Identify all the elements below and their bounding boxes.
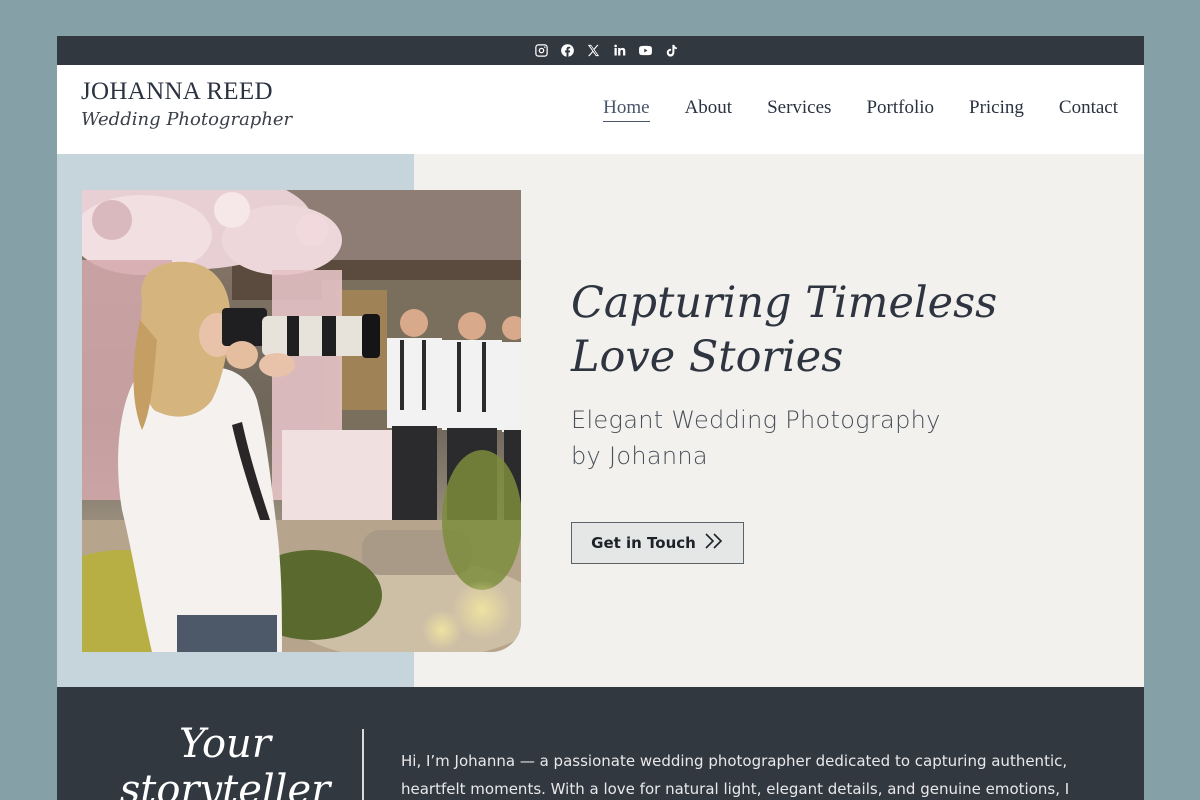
nav-item-about[interactable]: About xyxy=(685,97,733,122)
about-heading-line2: storyteller xyxy=(119,767,331,800)
page-frame: JOHANNA REED Wedding Photographer Home A… xyxy=(57,36,1144,800)
about-heading-line1: Your xyxy=(179,721,271,767)
hero-subtitle-line2: by Johanna xyxy=(571,442,708,470)
get-in-touch-label: Get in Touch xyxy=(591,534,696,552)
instagram-icon[interactable] xyxy=(534,43,550,59)
nav-item-home[interactable]: Home xyxy=(603,97,650,122)
hero-title-line1: Capturing Timeless xyxy=(571,278,998,328)
x-icon[interactable] xyxy=(586,43,602,59)
about-divider xyxy=(362,729,364,800)
hero-title: Capturing Timeless Love Stories xyxy=(571,276,997,384)
brand[interactable]: JOHANNA REED Wedding Photographer xyxy=(81,78,292,130)
hero-text-block: Capturing Timeless Love Stories Elegant … xyxy=(571,276,997,474)
get-in-touch-button[interactable]: Get in Touch xyxy=(571,522,744,564)
tiktok-icon[interactable] xyxy=(664,43,680,59)
hero-photo xyxy=(82,190,521,652)
nav-item-portfolio[interactable]: Portfolio xyxy=(866,97,934,122)
brand-name: JOHANNA REED xyxy=(81,78,273,105)
about-section: Your storyteller Hi, I’m Johanna — a pas… xyxy=(57,687,1144,800)
nav-item-pricing[interactable]: Pricing xyxy=(969,97,1024,122)
hero-subtitle: Elegant Wedding Photography by Johanna xyxy=(571,402,997,474)
hero-section: Capturing Timeless Love Stories Elegant … xyxy=(57,154,1144,687)
hero-subtitle-line1: Elegant Wedding Photography xyxy=(571,406,941,434)
hero-title-line2: Love Stories xyxy=(571,332,844,382)
linkedin-icon[interactable] xyxy=(612,43,628,59)
about-text: Hi, I’m Johanna — a passionate wedding p… xyxy=(401,752,1070,798)
site-header: JOHANNA REED Wedding Photographer Home A… xyxy=(57,65,1144,154)
about-heading: Your storyteller xyxy=(105,721,345,800)
brand-tagline: Wedding Photographer xyxy=(81,109,293,130)
nav-item-services[interactable]: Services xyxy=(767,97,831,122)
facebook-icon[interactable] xyxy=(560,43,576,59)
main-nav: Home About Services Portfolio Pricing Co… xyxy=(603,97,1118,122)
youtube-icon[interactable] xyxy=(638,43,654,59)
double-chevron-right-icon xyxy=(704,532,724,554)
social-bar xyxy=(57,36,1144,65)
nav-item-contact[interactable]: Contact xyxy=(1059,97,1118,122)
